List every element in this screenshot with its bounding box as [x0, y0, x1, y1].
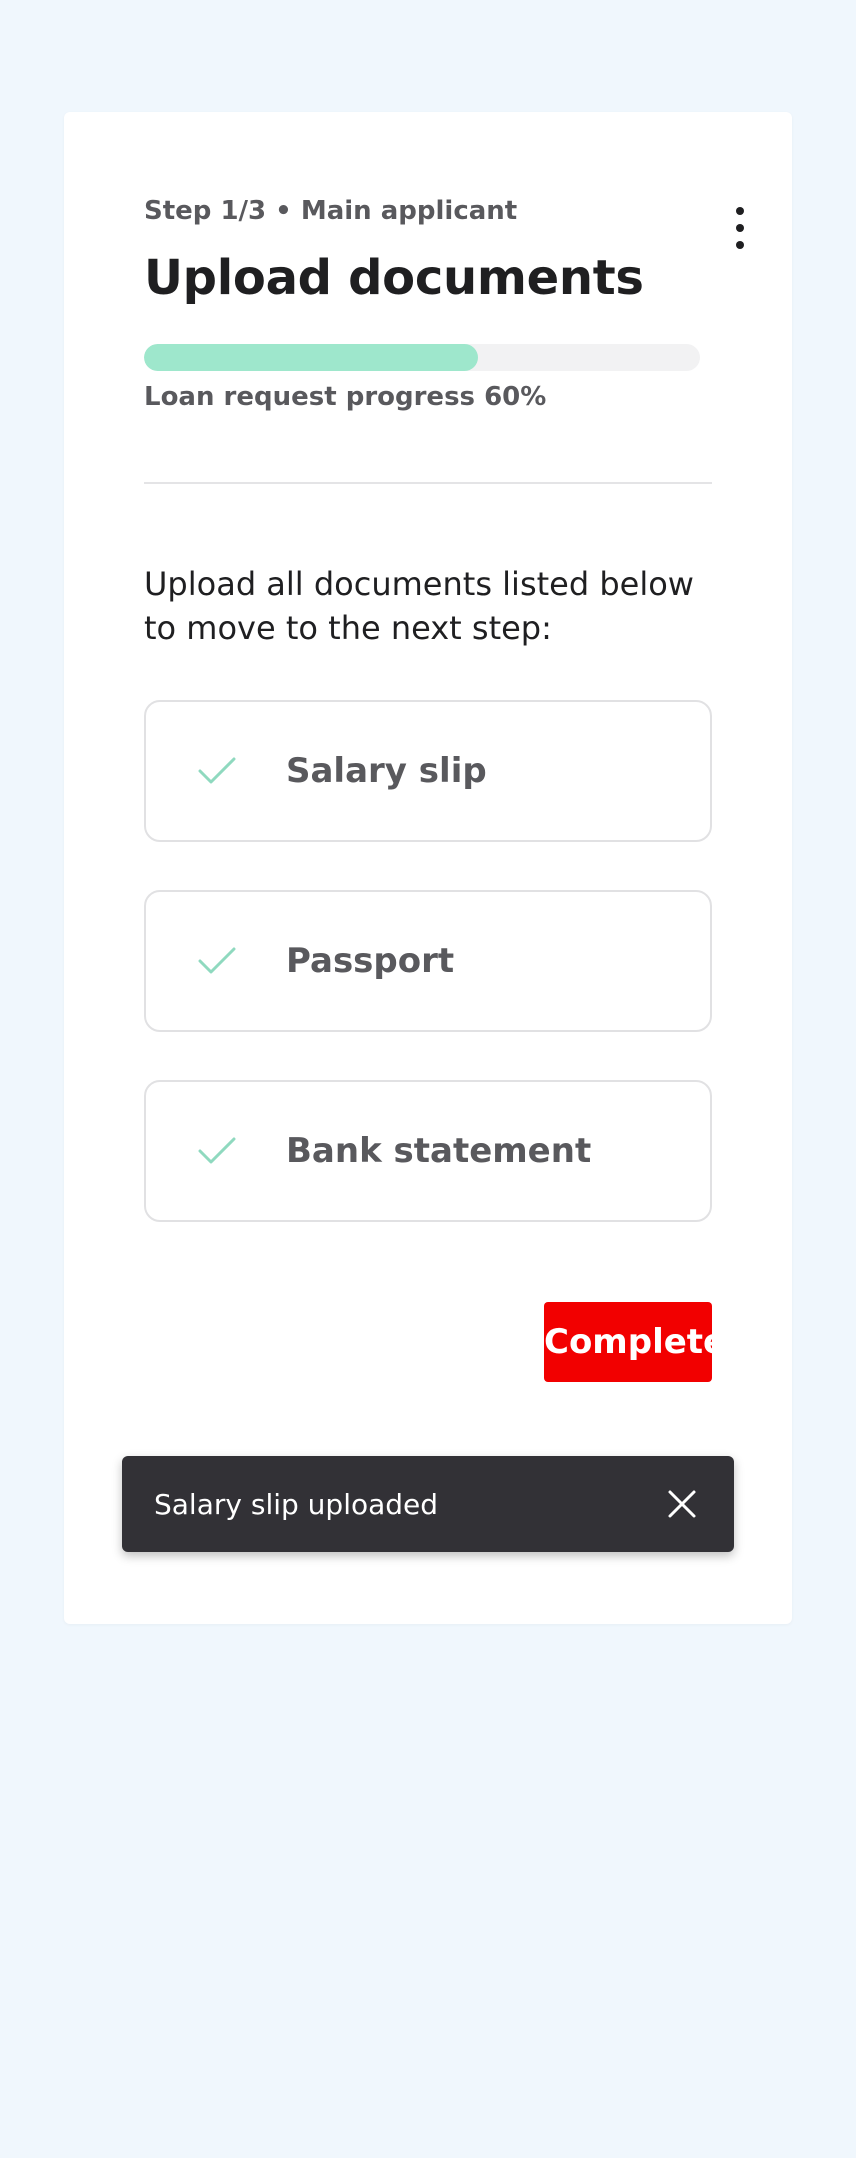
- check-icon: [198, 757, 236, 784]
- check-icon: [198, 947, 236, 974]
- document-list: Salary slip Passport Bank statement: [144, 700, 712, 1270]
- close-icon[interactable]: [666, 1488, 698, 1520]
- page-title: Upload documents: [144, 250, 644, 306]
- toast-message: Salary slip uploaded: [154, 1487, 439, 1521]
- upload-card: Step 1/3 • Main applicant Upload documen…: [64, 112, 792, 1624]
- document-label: Bank statement: [286, 1131, 592, 1171]
- instructions-text: Upload all documents listed below to mov…: [144, 565, 694, 647]
- divider: [144, 482, 712, 484]
- kebab-menu-icon[interactable]: [728, 204, 752, 252]
- document-item-passport[interactable]: Passport: [144, 890, 712, 1032]
- document-label: Passport: [286, 941, 455, 981]
- check-icon: [198, 1137, 236, 1164]
- progress-bar-fill: [144, 344, 478, 371]
- document-label: Salary slip: [286, 751, 487, 791]
- step-label: Step 1/3 • Main applicant: [144, 196, 518, 226]
- document-item-salary-slip[interactable]: Salary slip: [144, 700, 712, 842]
- document-item-bank-statement[interactable]: Bank statement: [144, 1080, 712, 1222]
- complete-button[interactable]: Complete: [544, 1302, 726, 1382]
- progress-label: Loan request progress 60%: [144, 382, 547, 412]
- progress-bar: [144, 344, 700, 371]
- toast-notification: Salary slip uploaded: [122, 1456, 734, 1552]
